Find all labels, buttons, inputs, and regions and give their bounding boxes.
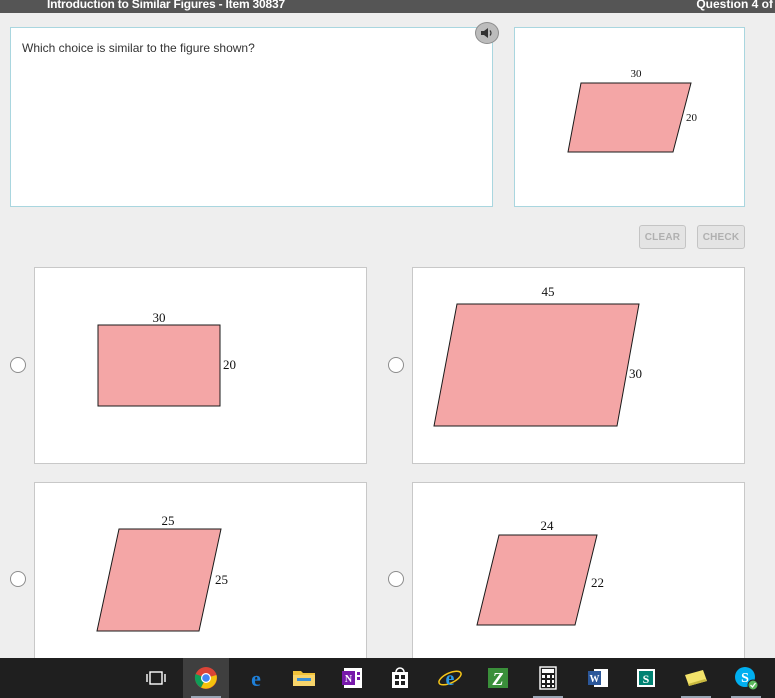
figure-panel: 30 20 xyxy=(514,27,745,207)
taskbar-chrome[interactable] xyxy=(183,658,229,698)
choice-d-top-label: 24 xyxy=(541,518,555,533)
store-icon xyxy=(392,667,408,688)
given-parallelogram xyxy=(567,82,692,153)
taskbar-zotero[interactable]: Z xyxy=(475,658,521,698)
internet-explorer-icon: e xyxy=(438,668,462,690)
choice-b-parallelogram xyxy=(433,303,640,427)
choice-b-top-label: 45 xyxy=(542,284,555,299)
svg-text:S: S xyxy=(643,672,650,686)
taskbar-sway[interactable]: S xyxy=(623,658,669,698)
svg-text:N: N xyxy=(345,674,353,685)
sway-icon: S xyxy=(637,669,655,687)
taskbar-skype[interactable]: S xyxy=(723,658,769,698)
svg-text:e: e xyxy=(251,666,261,690)
choice-b-figure: 45 30 xyxy=(433,284,642,427)
choice-a-top-label: 30 xyxy=(153,310,166,325)
sticky-notes-icon xyxy=(685,670,707,686)
zotero-icon: Z xyxy=(488,668,508,689)
choice-c-top-label: 25 xyxy=(162,513,175,528)
page-title: Introduction to Similar Figures - Item 3… xyxy=(47,0,285,11)
taskbar-edge[interactable]: e xyxy=(233,658,279,698)
title-bar: Introduction to Similar Figures - Item 3… xyxy=(0,0,775,13)
check-button[interactable]: CHECK xyxy=(697,225,745,249)
taskbar-internet-explorer[interactable]: e xyxy=(427,658,473,698)
choice-a-rectangle xyxy=(97,324,221,407)
choice-b-radio[interactable] xyxy=(388,357,404,373)
choice-c-figure: 25 25 xyxy=(96,513,228,632)
calculator-icon xyxy=(539,666,557,690)
question-text: Which choice is similar to the figure sh… xyxy=(22,41,255,55)
taskbar-sticky-notes[interactable] xyxy=(673,658,719,698)
svg-text:W: W xyxy=(590,674,600,685)
choice-d-side-label: 22 xyxy=(591,575,604,590)
given-figure: 30 20 xyxy=(567,68,698,153)
audio-button[interactable] xyxy=(475,22,499,44)
choice-c-radio[interactable] xyxy=(10,571,26,587)
svg-text:e: e xyxy=(446,668,455,690)
given-side-label: 20 xyxy=(686,112,698,124)
task-view-button[interactable] xyxy=(133,658,179,698)
choice-a-radio[interactable] xyxy=(10,357,26,373)
choice-a-side-label: 20 xyxy=(223,357,236,372)
skype-icon: S xyxy=(735,667,759,691)
onenote-icon: N xyxy=(342,668,362,688)
windows-taskbar: e N e Z W S S xyxy=(0,658,775,698)
choice-a-card[interactable]: 30 20 xyxy=(34,267,367,464)
choice-d-parallelogram xyxy=(476,534,598,626)
file-explorer-icon xyxy=(293,671,315,686)
choice-c-card[interactable]: 25 25 xyxy=(34,482,367,672)
svg-text:Z: Z xyxy=(492,669,504,689)
choice-d-figure: 24 22 xyxy=(476,518,604,626)
question-panel: Which choice is similar to the figure sh… xyxy=(10,27,493,207)
given-top-label: 30 xyxy=(631,68,643,80)
clear-button[interactable]: CLEAR xyxy=(639,225,686,249)
speaker-icon xyxy=(481,28,492,38)
choice-d-radio[interactable] xyxy=(388,571,404,587)
choice-b-card[interactable]: 45 30 xyxy=(412,267,745,464)
taskbar-word[interactable]: W xyxy=(575,658,621,698)
edge-icon: e xyxy=(251,666,261,690)
choice-b-side-label: 30 xyxy=(629,366,642,381)
choice-d-card[interactable]: 24 22 xyxy=(412,482,745,672)
task-view-icon xyxy=(146,671,166,685)
taskbar-onenote[interactable]: N xyxy=(329,658,375,698)
question-counter: Question 4 of xyxy=(696,0,773,11)
chrome-icon xyxy=(194,667,217,689)
choice-c-side-label: 25 xyxy=(215,572,228,587)
taskbar-calculator[interactable] xyxy=(525,658,571,698)
word-icon: W xyxy=(588,669,608,687)
choice-a-figure: 30 20 xyxy=(97,310,236,407)
taskbar-file-explorer[interactable] xyxy=(281,658,327,698)
choice-c-parallelogram xyxy=(96,528,222,632)
taskbar-store[interactable] xyxy=(377,658,423,698)
